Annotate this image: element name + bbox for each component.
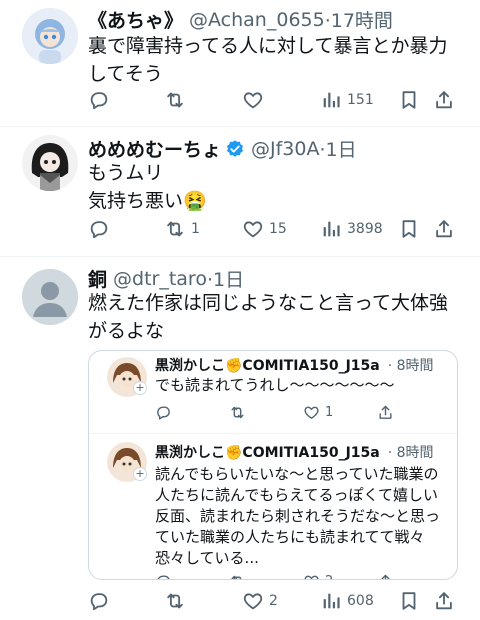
like-count: 15 — [269, 221, 287, 237]
post-time[interactable]: ·1日 — [207, 265, 244, 292]
repost-button[interactable] — [229, 401, 251, 423]
follow-plus-icon[interactable]: + — [133, 381, 147, 395]
like-icon — [242, 89, 264, 111]
view-count: 151 — [347, 92, 374, 108]
reply-icon — [155, 404, 172, 421]
views-icon — [320, 218, 342, 240]
reply-button[interactable] — [88, 587, 115, 615]
repost-button[interactable]: 1 — [164, 215, 200, 243]
post-time[interactable]: ·17時間 — [325, 6, 393, 33]
bookmark-icon — [398, 590, 420, 612]
share-button[interactable] — [377, 570, 394, 580]
like-button[interactable]: 2 — [303, 570, 333, 581]
post-text-line: 気持ち悪い🤮 — [88, 190, 207, 212]
quoted-thread-card[interactable]: + 黒渕かしこ✊COMITIA150_J15a · 8時間 でも読まれてうれし〜… — [88, 350, 458, 580]
post-text-line: もうムリ — [88, 162, 164, 184]
like-count: 2 — [325, 574, 333, 580]
reply-icon — [88, 218, 110, 240]
repost-button[interactable] — [164, 86, 191, 114]
repost-icon — [164, 218, 186, 240]
display-name[interactable]: 黒渕かしこ✊COMITIA150_J15a — [155, 442, 380, 462]
repost-icon — [164, 89, 186, 111]
verified-badge-icon — [227, 139, 244, 157]
avatar[interactable] — [22, 8, 78, 64]
views-button[interactable]: 3898 — [320, 215, 383, 243]
post[interactable]: 《あちゃ》 @Achan_0655 ·17時間 裏で障害持ってる人に対して暴言と… — [0, 0, 480, 126]
display-name[interactable]: めめめむーちょ — [88, 135, 221, 162]
like-count: 2 — [269, 593, 278, 609]
bookmark-button[interactable] — [398, 86, 420, 114]
share-button[interactable] — [433, 215, 455, 243]
default-avatar-icon — [22, 269, 78, 325]
bookmark-button[interactable] — [398, 587, 420, 615]
reply-button[interactable] — [155, 570, 177, 580]
like-button[interactable]: 2 — [242, 587, 278, 615]
reply-button[interactable] — [155, 401, 177, 423]
repost-icon — [229, 404, 246, 421]
follow-plus-icon[interactable]: + — [133, 467, 147, 481]
share-icon — [433, 590, 455, 612]
post-text: でも読まれてうれし〜〜〜〜〜〜〜 — [155, 376, 395, 394]
post-text: 燃えた作家は同じようなこと言って大体強がるよな — [88, 292, 449, 342]
like-icon — [242, 590, 264, 612]
post-time[interactable]: · 8時間 — [388, 355, 434, 375]
reply-button[interactable] — [88, 215, 115, 243]
bookmark-icon — [398, 89, 420, 111]
bookmark-button[interactable] — [398, 215, 420, 243]
share-button[interactable] — [377, 401, 394, 423]
view-count: 3898 — [347, 221, 383, 237]
quoted-post[interactable]: + 黒渕かしこ✊COMITIA150_J15a · 8時間 でも読まれてうれし〜… — [89, 351, 457, 431]
views-icon — [320, 89, 342, 111]
like-button[interactable]: 15 — [242, 215, 287, 243]
post[interactable]: めめめむーちょ @Jf30A ·1日 もうムリ 気持ち悪い🤮 1 15 3898 — [0, 127, 480, 255]
reply-icon — [155, 573, 172, 581]
share-icon — [433, 89, 455, 111]
views-icon — [320, 590, 342, 612]
view-count: 608 — [347, 593, 374, 609]
quoted-post[interactable]: + 黒渕かしこ✊COMITIA150_J15a · 8時間 読んでもらいたいな〜… — [89, 434, 457, 581]
post-time[interactable]: · 8時間 — [388, 442, 434, 462]
reply-icon — [88, 89, 110, 111]
user-handle[interactable]: @dtr_taro — [113, 268, 207, 290]
user-handle[interactable]: @Jf30A — [251, 138, 319, 160]
views-button[interactable]: 608 — [320, 587, 374, 615]
avatar[interactable] — [22, 135, 78, 191]
repost-button[interactable] — [164, 587, 191, 615]
avatar-image-icon — [22, 135, 78, 191]
display-name[interactable]: 銅 — [88, 265, 107, 292]
repost-icon — [229, 573, 246, 581]
like-icon — [242, 218, 264, 240]
like-button[interactable] — [242, 86, 269, 114]
share-icon — [377, 404, 394, 421]
display-name[interactable]: 《あちゃ》 — [88, 6, 183, 33]
share-button[interactable] — [433, 587, 455, 615]
post-time[interactable]: ·1日 — [319, 135, 356, 162]
views-button[interactable]: 151 — [320, 86, 374, 114]
like-icon — [303, 573, 320, 581]
user-handle[interactable]: @Achan_0655 — [189, 9, 325, 31]
reply-icon — [88, 590, 110, 612]
share-button[interactable] — [433, 86, 455, 114]
post-text: 読んでもらいたいな〜と思っていた職業の人たちに読んでもらえてるっぽくて嬉しい反面… — [155, 465, 441, 567]
bookmark-icon — [398, 218, 420, 240]
post-text: もうムリ 気持ち悪い🤮 — [88, 159, 463, 215]
post-text: 裏で障害持ってる人に対して暴言とか暴力してそう — [88, 35, 448, 85]
repost-count: 1 — [191, 221, 200, 237]
repost-icon — [164, 590, 186, 612]
display-name[interactable]: 黒渕かしこ✊COMITIA150_J15a — [155, 355, 380, 375]
share-icon — [433, 218, 455, 240]
like-count: 1 — [325, 404, 334, 420]
avatar-image-icon — [22, 8, 78, 64]
avatar[interactable] — [22, 269, 78, 325]
repost-button[interactable] — [229, 570, 251, 580]
like-icon — [303, 404, 320, 421]
reply-button[interactable] — [88, 86, 115, 114]
share-icon — [377, 573, 394, 581]
like-button[interactable]: 1 — [303, 401, 333, 423]
